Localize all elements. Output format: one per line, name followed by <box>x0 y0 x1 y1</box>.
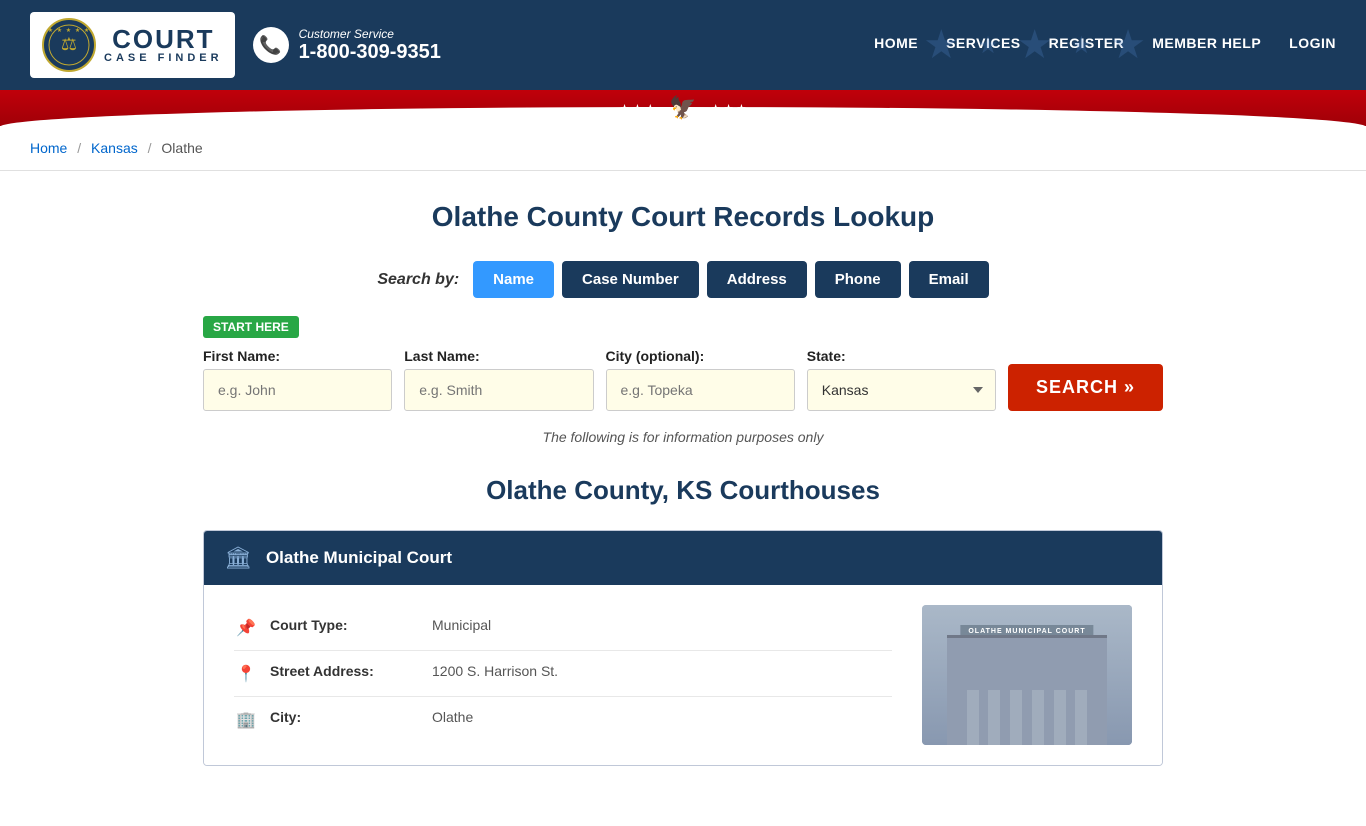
search-by-label: Search by: <box>377 271 459 289</box>
courthouses-section-title: Olathe County, KS Courthouses <box>203 475 1163 506</box>
detail-row-court-type: 📌 Court Type: Municipal <box>234 605 892 651</box>
svg-text:★ ★ ★ ★ ★: ★ ★ ★ ★ ★ <box>48 27 91 34</box>
star-icon: ★ ★ ★ <box>620 102 656 115</box>
state-group: State: Kansas Missouri Oklahoma Nebraska… <box>807 348 996 411</box>
breadcrumb-current: Olathe <box>161 140 202 156</box>
phone-text-block: Customer Service 1-800-309-9351 <box>299 27 441 64</box>
building-columns <box>947 685 1107 745</box>
column <box>1054 690 1066 745</box>
last-name-group: Last Name: <box>404 348 593 411</box>
address-label: Street Address: <box>270 663 420 679</box>
courthouse-name-link[interactable]: Olathe Municipal Court <box>266 548 452 568</box>
courthouse-photo: OLATHE MUNICIPAL COURT <box>922 605 1132 745</box>
address-value: 1200 S. Harrison St. <box>432 663 558 679</box>
logo[interactable]: ⚖ ★ ★ ★ ★ ★ COURT CASE FINDER <box>30 12 235 78</box>
building-facade <box>947 635 1107 745</box>
last-name-label: Last Name: <box>404 348 593 364</box>
wave-banner: ★ ★ ★ 🦅 ★ ★ ★ <box>0 90 1366 126</box>
breadcrumb-state[interactable]: Kansas <box>91 140 138 156</box>
pin-icon: 📌 <box>234 618 258 638</box>
breadcrumb: Home / Kansas / Olathe <box>0 126 1366 171</box>
courthouse-icon: 🏛 <box>224 545 252 571</box>
court-type-label: Court Type: <box>270 617 420 633</box>
city-detail-value: Olathe <box>432 709 473 725</box>
first-name-input[interactable] <box>203 369 392 411</box>
nav-home[interactable]: HOME <box>874 35 918 55</box>
column <box>1010 690 1022 745</box>
star-icon: ★ <box>1110 22 1146 68</box>
header-phone: 📞 Customer Service 1-800-309-9351 <box>253 27 441 64</box>
star-icon: ★ <box>1017 22 1053 68</box>
logo-text: COURT CASE FINDER <box>104 26 223 64</box>
logo-case-finder-text: CASE FINDER <box>104 52 223 64</box>
phone-icon: 📞 <box>253 27 289 63</box>
search-form: First Name: Last Name: City (optional): … <box>203 348 1163 411</box>
tab-name[interactable]: Name <box>473 261 554 298</box>
city-label: City (optional): <box>606 348 795 364</box>
search-button[interactable]: SEARCH » <box>1008 364 1163 411</box>
start-here-badge: START HERE <box>203 316 1163 348</box>
main-content: Olathe County Court Records Lookup Searc… <box>183 171 1183 826</box>
nav-member-help[interactable]: MEMBER HELP <box>1152 35 1261 55</box>
location-icon: 📍 <box>234 664 258 684</box>
start-here-label: START HERE <box>203 316 299 338</box>
star-icon: ★ <box>977 31 999 60</box>
eagle-icon: 🦅 <box>669 95 696 121</box>
tab-phone[interactable]: Phone <box>815 261 901 298</box>
detail-row-city: 🏢 City: Olathe <box>234 697 892 742</box>
header-left-section: ⚖ ★ ★ ★ ★ ★ COURT CASE FINDER 📞 Customer… <box>30 12 441 78</box>
info-text: The following is for information purpose… <box>203 429 1163 445</box>
city-detail-label: City: <box>270 709 420 725</box>
star-icon: ★ ★ ★ <box>711 102 747 115</box>
seal-icon: ⚖ ★ ★ ★ ★ ★ <box>42 18 96 72</box>
detail-row-address: 📍 Street Address: 1200 S. Harrison St. <box>234 651 892 697</box>
site-header: ★ ★ ★ ★ ★ ⚖ ★ ★ ★ ★ ★ COURT CASE FINDER … <box>0 0 1366 90</box>
tab-address[interactable]: Address <box>707 261 807 298</box>
courthouse-body: 📌 Court Type: Municipal 📍 Street Address… <box>204 585 1162 765</box>
breadcrumb-home[interactable]: Home <box>30 140 67 156</box>
star-icon: ★ <box>1071 31 1093 60</box>
city-input[interactable] <box>606 369 795 411</box>
city-group: City (optional): <box>606 348 795 411</box>
building-icon: 🏢 <box>234 710 258 730</box>
phone-label: Customer Service <box>299 27 441 41</box>
courthouse-details: 📌 Court Type: Municipal 📍 Street Address… <box>234 605 892 745</box>
column <box>988 690 1000 745</box>
building-simulation: OLATHE MUNICIPAL COURT <box>922 605 1132 745</box>
state-label: State: <box>807 348 996 364</box>
star-icon: ★ <box>923 22 959 68</box>
column <box>1075 690 1087 745</box>
breadcrumb-separator: / <box>77 140 81 156</box>
logo-court-text: COURT <box>112 26 214 52</box>
breadcrumb-separator: / <box>148 140 152 156</box>
court-type-value: Municipal <box>432 617 491 633</box>
tab-case-number[interactable]: Case Number <box>562 261 699 298</box>
search-by-row: Search by: Name Case Number Address Phon… <box>203 261 1163 298</box>
state-select[interactable]: Kansas Missouri Oklahoma Nebraska Colora… <box>807 369 996 411</box>
column <box>967 690 979 745</box>
page-title: Olathe County Court Records Lookup <box>203 201 1163 233</box>
tab-email[interactable]: Email <box>909 261 989 298</box>
courthouse-image: OLATHE MUNICIPAL COURT <box>912 605 1132 745</box>
courthouse-header: 🏛 Olathe Municipal Court <box>204 531 1162 585</box>
header-stars-decoration: ★ ★ ★ ★ ★ <box>923 0 1146 90</box>
svg-text:⚖: ⚖ <box>61 34 77 54</box>
eagle-stars-row: ★ ★ ★ 🦅 ★ ★ ★ <box>620 95 747 121</box>
first-name-label: First Name: <box>203 348 392 364</box>
last-name-input[interactable] <box>404 369 593 411</box>
column <box>1032 690 1044 745</box>
phone-symbol: 📞 <box>259 35 281 56</box>
phone-number: 1-800-309-9351 <box>299 41 441 64</box>
first-name-group: First Name: <box>203 348 392 411</box>
nav-login[interactable]: LOGIN <box>1289 35 1336 55</box>
courthouse-card: 🏛 Olathe Municipal Court 📌 Court Type: M… <box>203 530 1163 766</box>
